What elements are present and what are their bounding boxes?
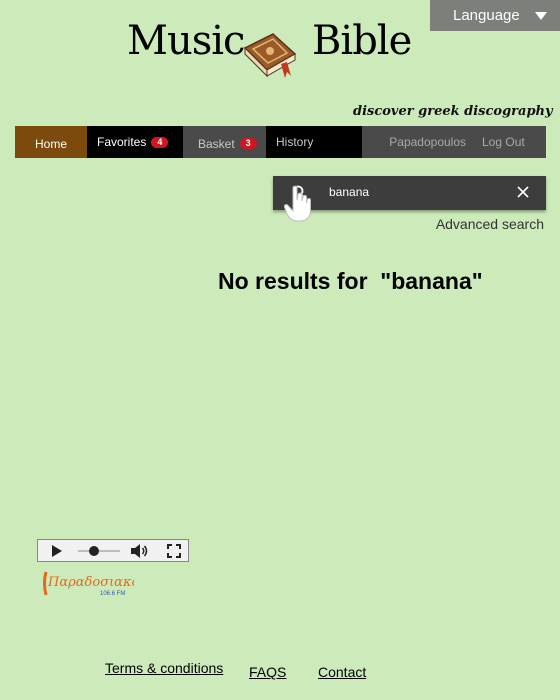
terms-link[interactable]: Terms & conditions xyxy=(105,660,223,676)
nav-logout[interactable]: Log Out xyxy=(474,126,546,158)
main-navbar: Home Favorites 4 Basket 3 History Papado… xyxy=(15,126,546,158)
site-title-music: Music xyxy=(127,18,245,64)
site-title-bible: Bible xyxy=(312,18,412,64)
radio-frequency: 106.6 FM xyxy=(100,591,125,597)
no-results-message: No results for "banana" xyxy=(218,268,483,294)
volume-track[interactable] xyxy=(78,550,120,552)
clear-search-icon[interactable] xyxy=(517,186,529,198)
nav-logout-label: Log Out xyxy=(482,135,525,149)
nav-basket-label: Basket xyxy=(198,136,235,151)
volume-slider-thumb[interactable] xyxy=(89,546,99,556)
advanced-search-link[interactable]: Advanced search xyxy=(436,216,544,232)
tagline: discover greek discography xyxy=(353,104,553,119)
nav-home-label: Home xyxy=(34,137,67,151)
language-selector[interactable]: Language xyxy=(430,0,560,31)
caret-down-icon xyxy=(535,12,547,20)
audio-player xyxy=(37,539,189,562)
fullscreen-icon[interactable] xyxy=(167,544,181,558)
basket-count-badge: 3 xyxy=(239,138,257,149)
book-logo-icon xyxy=(243,33,297,78)
nav-history-label: History xyxy=(276,135,314,149)
volume-icon[interactable] xyxy=(130,543,150,559)
nav-favorites-label: Favorites xyxy=(97,135,147,149)
favorites-count-badge: 4 xyxy=(151,136,169,148)
nav-user-account[interactable]: Papadopoulos xyxy=(362,126,474,158)
language-label: Language xyxy=(453,7,520,24)
nav-home[interactable]: Home xyxy=(15,126,87,158)
hand-cursor-icon xyxy=(283,185,311,222)
nav-user-label: Papadopoulos xyxy=(389,135,466,149)
nav-favorites[interactable]: Favorites 4 xyxy=(87,126,183,158)
nav-basket[interactable]: Basket 3 xyxy=(183,126,266,158)
search-input[interactable]: banana xyxy=(329,185,369,199)
faqs-link[interactable]: FAQS xyxy=(249,664,286,680)
nav-history[interactable]: History xyxy=(266,126,362,158)
play-icon[interactable] xyxy=(51,544,63,558)
radio-station-logo[interactable]: Παραδοσιακός 106.6 FM xyxy=(42,569,134,599)
search-bar[interactable]: banana xyxy=(273,176,546,210)
contact-link[interactable]: Contact xyxy=(318,664,366,680)
radio-logo-text: Παραδοσιακός xyxy=(47,575,134,590)
